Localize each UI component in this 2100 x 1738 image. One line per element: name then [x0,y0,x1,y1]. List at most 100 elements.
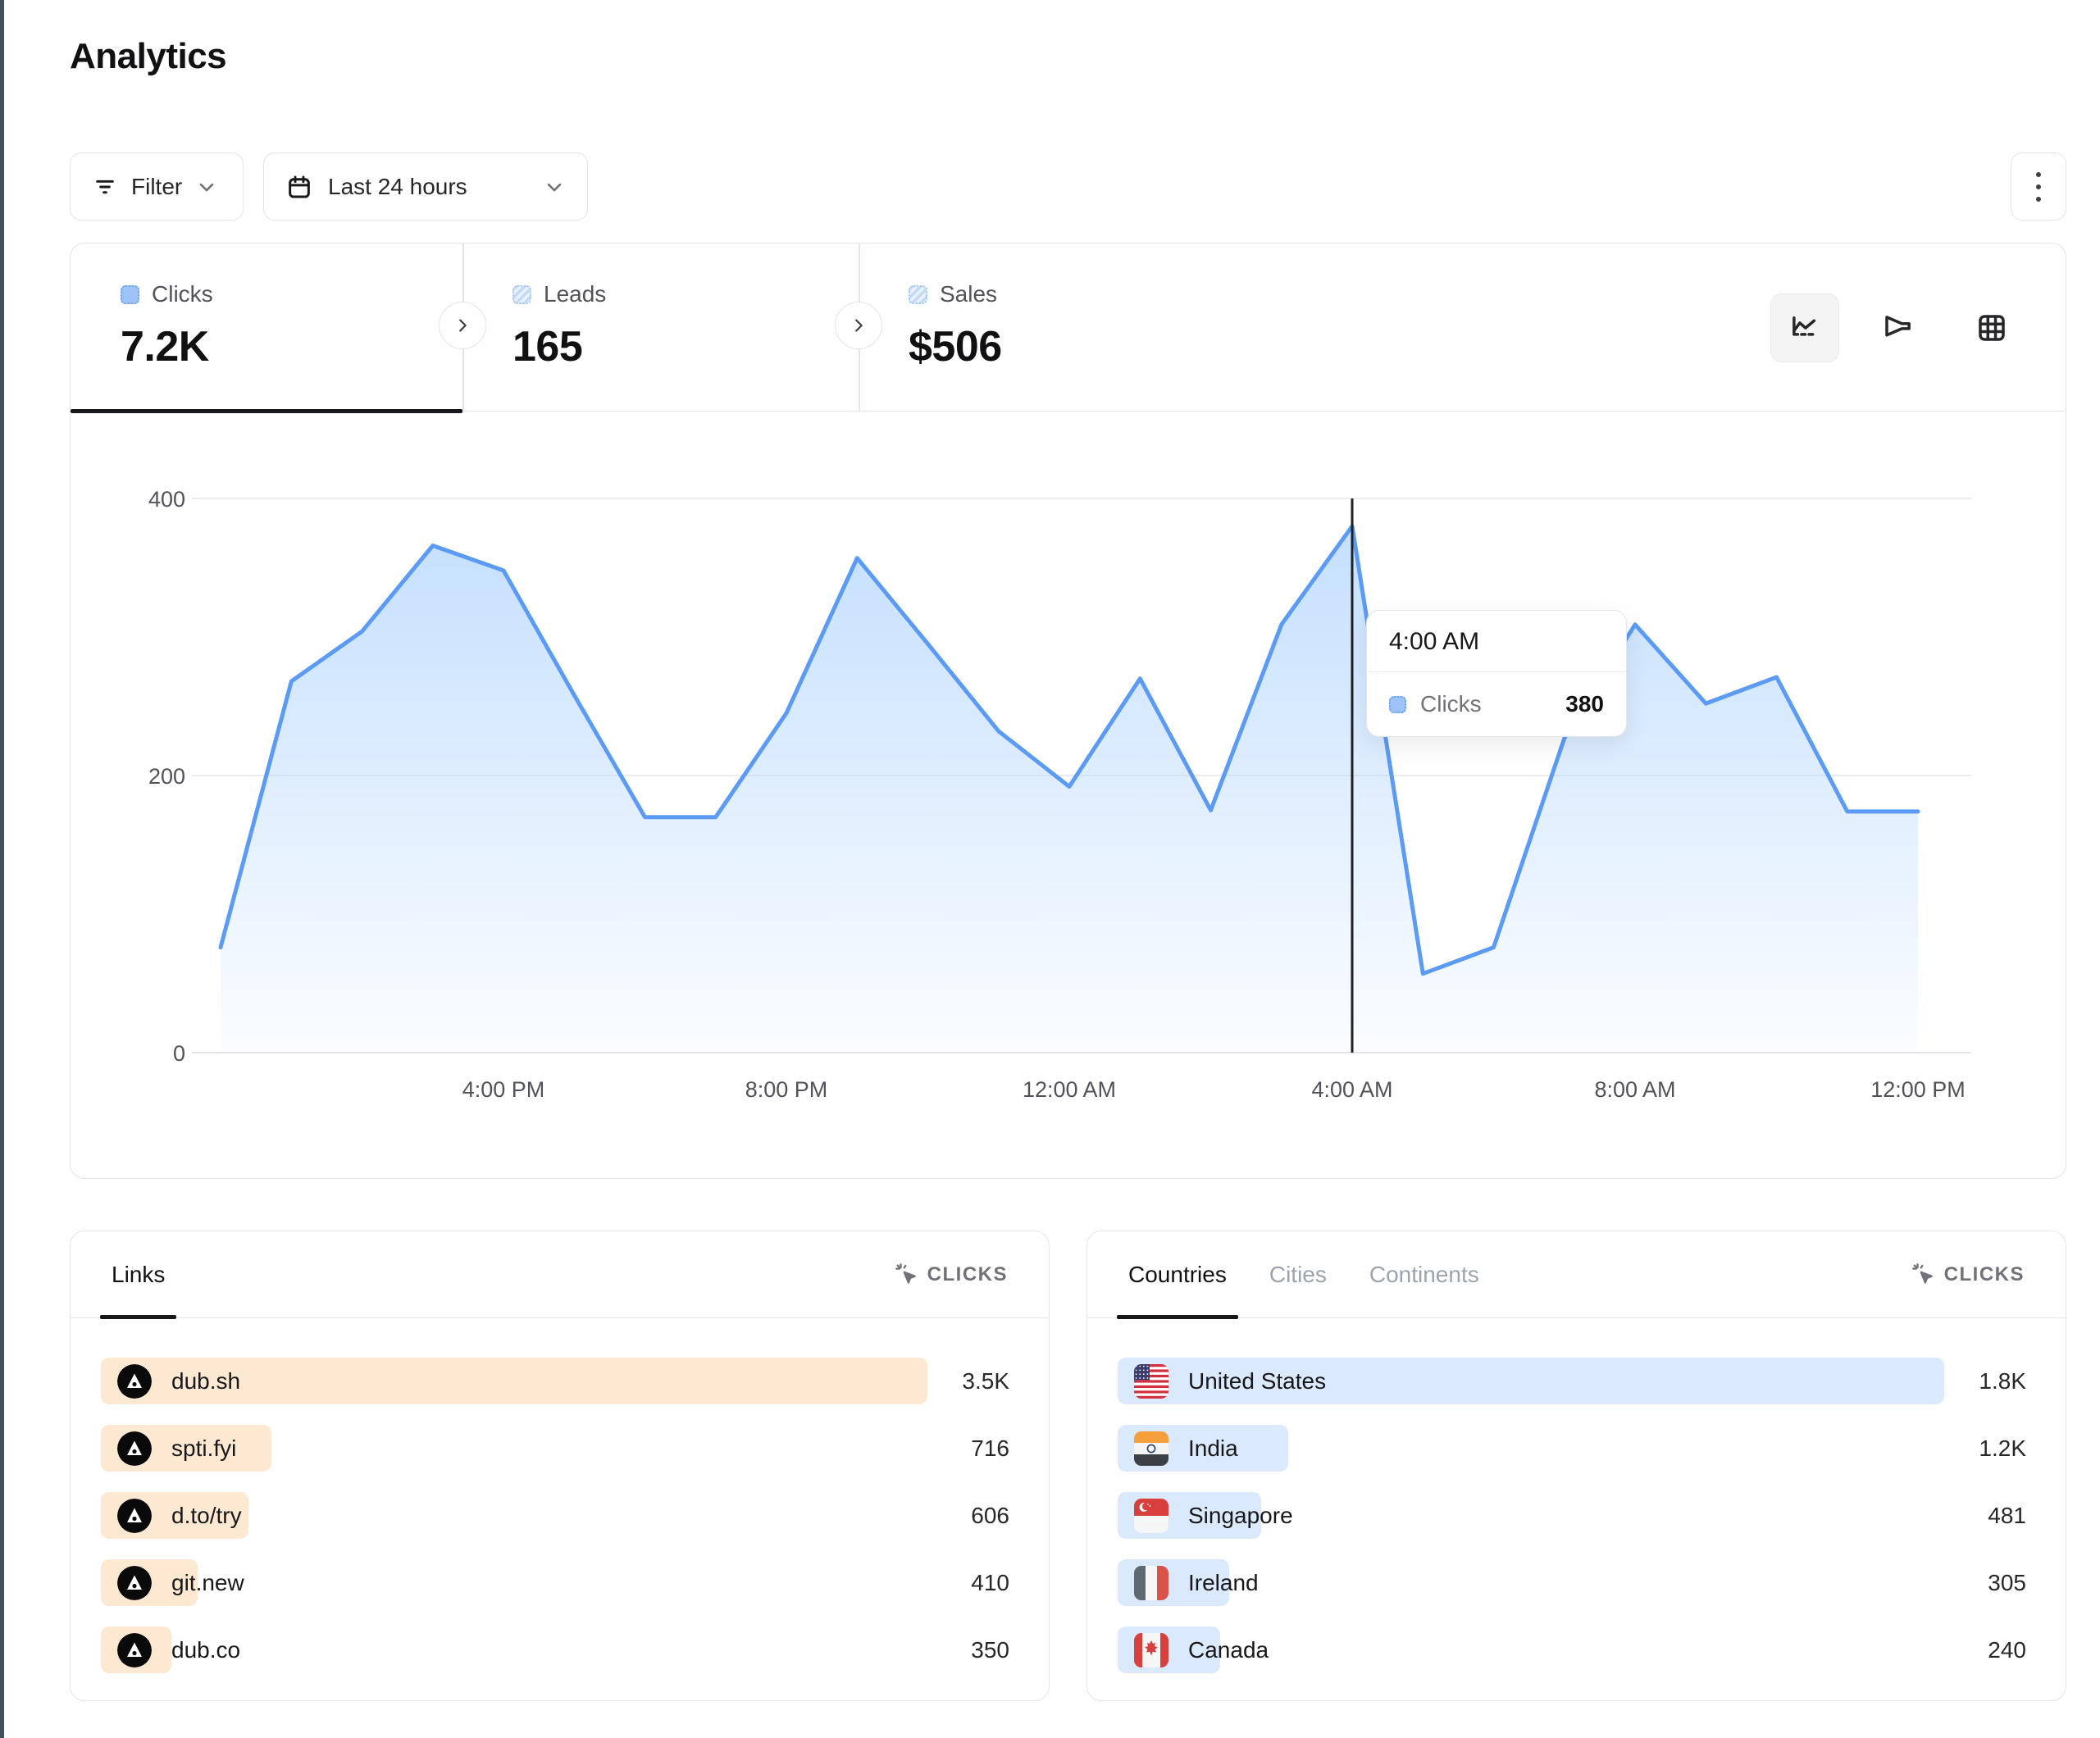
tab-countries[interactable]: Countries [1128,1231,1227,1317]
filter-lines-icon [92,174,118,200]
filter-button-label: Filter [131,174,182,200]
x-axis-tick: 4:00 PM [421,1077,585,1103]
area-chart-canvas [71,412,2065,1180]
link-row[interactable]: git.new 410 [101,1559,1009,1606]
flag-icon-in [1134,1431,1168,1466]
tab-continents[interactable]: Continents [1369,1231,1479,1317]
dub-logo-avatar [117,1499,152,1533]
stat-sales[interactable]: Sales $506 [859,243,1285,412]
link-value: 606 [971,1503,1009,1529]
country-value: 1.2K [1979,1435,2026,1462]
chevron-down-icon [195,175,218,198]
link-label: git.new [171,1570,244,1596]
chart-view-toggles [1770,243,2026,412]
stat-clicks[interactable]: Clicks 7.2K [71,243,462,412]
countries-metric-toggle[interactable]: CLICKS [1911,1263,2025,1287]
date-range-button[interactable]: Last 24 hours [263,152,588,221]
flag-icon-us [1134,1364,1168,1399]
country-label: Canada [1188,1637,1269,1663]
countries-metric-label: CLICKS [1944,1263,2025,1286]
country-label: Ireland [1188,1570,1259,1596]
countries-panel: Countries Cities Continents CLICKS Unite… [1086,1231,2066,1701]
date-range-label: Last 24 hours [328,174,467,200]
clicks-time-series-chart: 400 200 0 4:00 PM8:00 PM12:00 AM4:00 AM8… [71,412,2066,1178]
funnel-chart-icon [1881,311,1916,345]
flag-icon-ca [1134,1633,1168,1667]
x-axis-tick: 12:00 AM [987,1077,1151,1103]
stat-leads[interactable]: Leads 165 [462,243,859,412]
x-axis-tick: 8:00 AM [1553,1077,1717,1103]
flag-icon-ie [1134,1566,1168,1600]
clicks-legend-swatch [121,285,139,304]
x-axis-tick: 8:00 PM [704,1077,868,1103]
country-label: India [1188,1435,1238,1462]
table-grid-icon [1975,311,2009,345]
links-panel: Links CLICKS dub.sh 3.5K spti.fyi 716 d.to/t… [70,1231,1050,1701]
links-metric-toggle[interactable]: CLICKS [895,1263,1008,1287]
tooltip-time: 4:00 AM [1367,611,1626,672]
dub-logo-avatar [117,1364,152,1399]
tooltip-series-swatch [1389,696,1406,713]
calendar-icon [285,173,313,201]
country-value: 305 [1988,1570,2026,1596]
country-row[interactable]: Canada 240 [1118,1627,2026,1673]
link-value: 410 [971,1570,1009,1596]
countries-rows: United States1.8K India 1.2K Singapore481 Ir… [1118,1358,2026,1694]
cursor-click-icon [1911,1263,1936,1287]
funnel-chart-view-button[interactable] [1864,293,1933,362]
country-row[interactable]: Ireland 305 [1118,1559,2026,1606]
link-label: d.to/try [171,1503,242,1529]
stat-expand-button[interactable] [439,302,486,349]
chevron-down-icon [543,175,566,198]
stat-leads-value: 165 [512,322,606,371]
dub-logo-avatar [117,1431,152,1466]
link-row[interactable]: dub.co350 [101,1627,1009,1673]
links-rows: dub.sh 3.5K spti.fyi 716 d.to/try 606 git.new 4… [101,1358,1009,1694]
cursor-click-icon [895,1263,919,1287]
stat-clicks-label: Clicks [152,281,213,307]
stat-clicks-value: 7.2K [121,322,213,371]
chevron-right-icon [453,316,471,334]
x-axis-tick: 12:00 PM [1836,1077,2000,1103]
line-chart-icon [1788,311,1822,345]
stat-leads-label: Leads [544,281,606,307]
chevron-right-icon [850,316,868,334]
x-axis-tick: 4:00 AM [1270,1077,1434,1103]
line-chart-view-button[interactable] [1770,293,1839,362]
tooltip-series-label: Clicks [1420,691,1482,717]
link-label: spti.fyi [171,1435,236,1462]
sales-legend-swatch [909,285,927,304]
tab-cities[interactable]: Cities [1269,1231,1327,1317]
link-row[interactable]: d.to/try 606 [101,1492,1009,1539]
tab-links[interactable]: Links [112,1231,165,1317]
country-row[interactable]: United States1.8K [1118,1358,2026,1404]
leads-legend-swatch [512,285,531,304]
country-row[interactable]: India 1.2K [1118,1425,2026,1472]
link-row[interactable]: dub.sh 3.5K [101,1358,1009,1404]
stat-expand-button[interactable] [835,302,882,349]
filter-button[interactable]: Filter [70,152,244,221]
kebab-menu-icon [2036,172,2041,177]
more-options-button[interactable] [2011,152,2066,221]
dub-logo-avatar [117,1633,152,1667]
country-value: 1.8K [1979,1368,2026,1394]
links-metric-label: CLICKS [927,1263,1008,1286]
link-value: 716 [971,1435,1009,1462]
link-label: dub.sh [171,1368,240,1394]
link-label: dub.co [171,1637,240,1663]
table-view-button[interactable] [1957,293,2026,362]
link-value: 3.5K [962,1368,1009,1394]
tooltip-value: 380 [1565,691,1604,717]
window-edge-strip [0,0,4,1738]
country-value: 481 [1988,1503,2026,1529]
link-row[interactable]: spti.fyi 716 [101,1425,1009,1472]
stat-sales-label: Sales [940,281,997,307]
analytics-card: Clicks 7.2K Leads 165 [70,243,2066,1179]
country-row[interactable]: Singapore481 [1118,1492,2026,1539]
dub-logo-avatar [117,1566,152,1600]
stats-row: Clicks 7.2K Leads 165 [71,243,2066,412]
stat-sales-value: $506 [909,322,1002,371]
flag-icon-sg [1134,1499,1168,1533]
area-fill [221,526,1918,1053]
country-value: 240 [1988,1637,2026,1663]
